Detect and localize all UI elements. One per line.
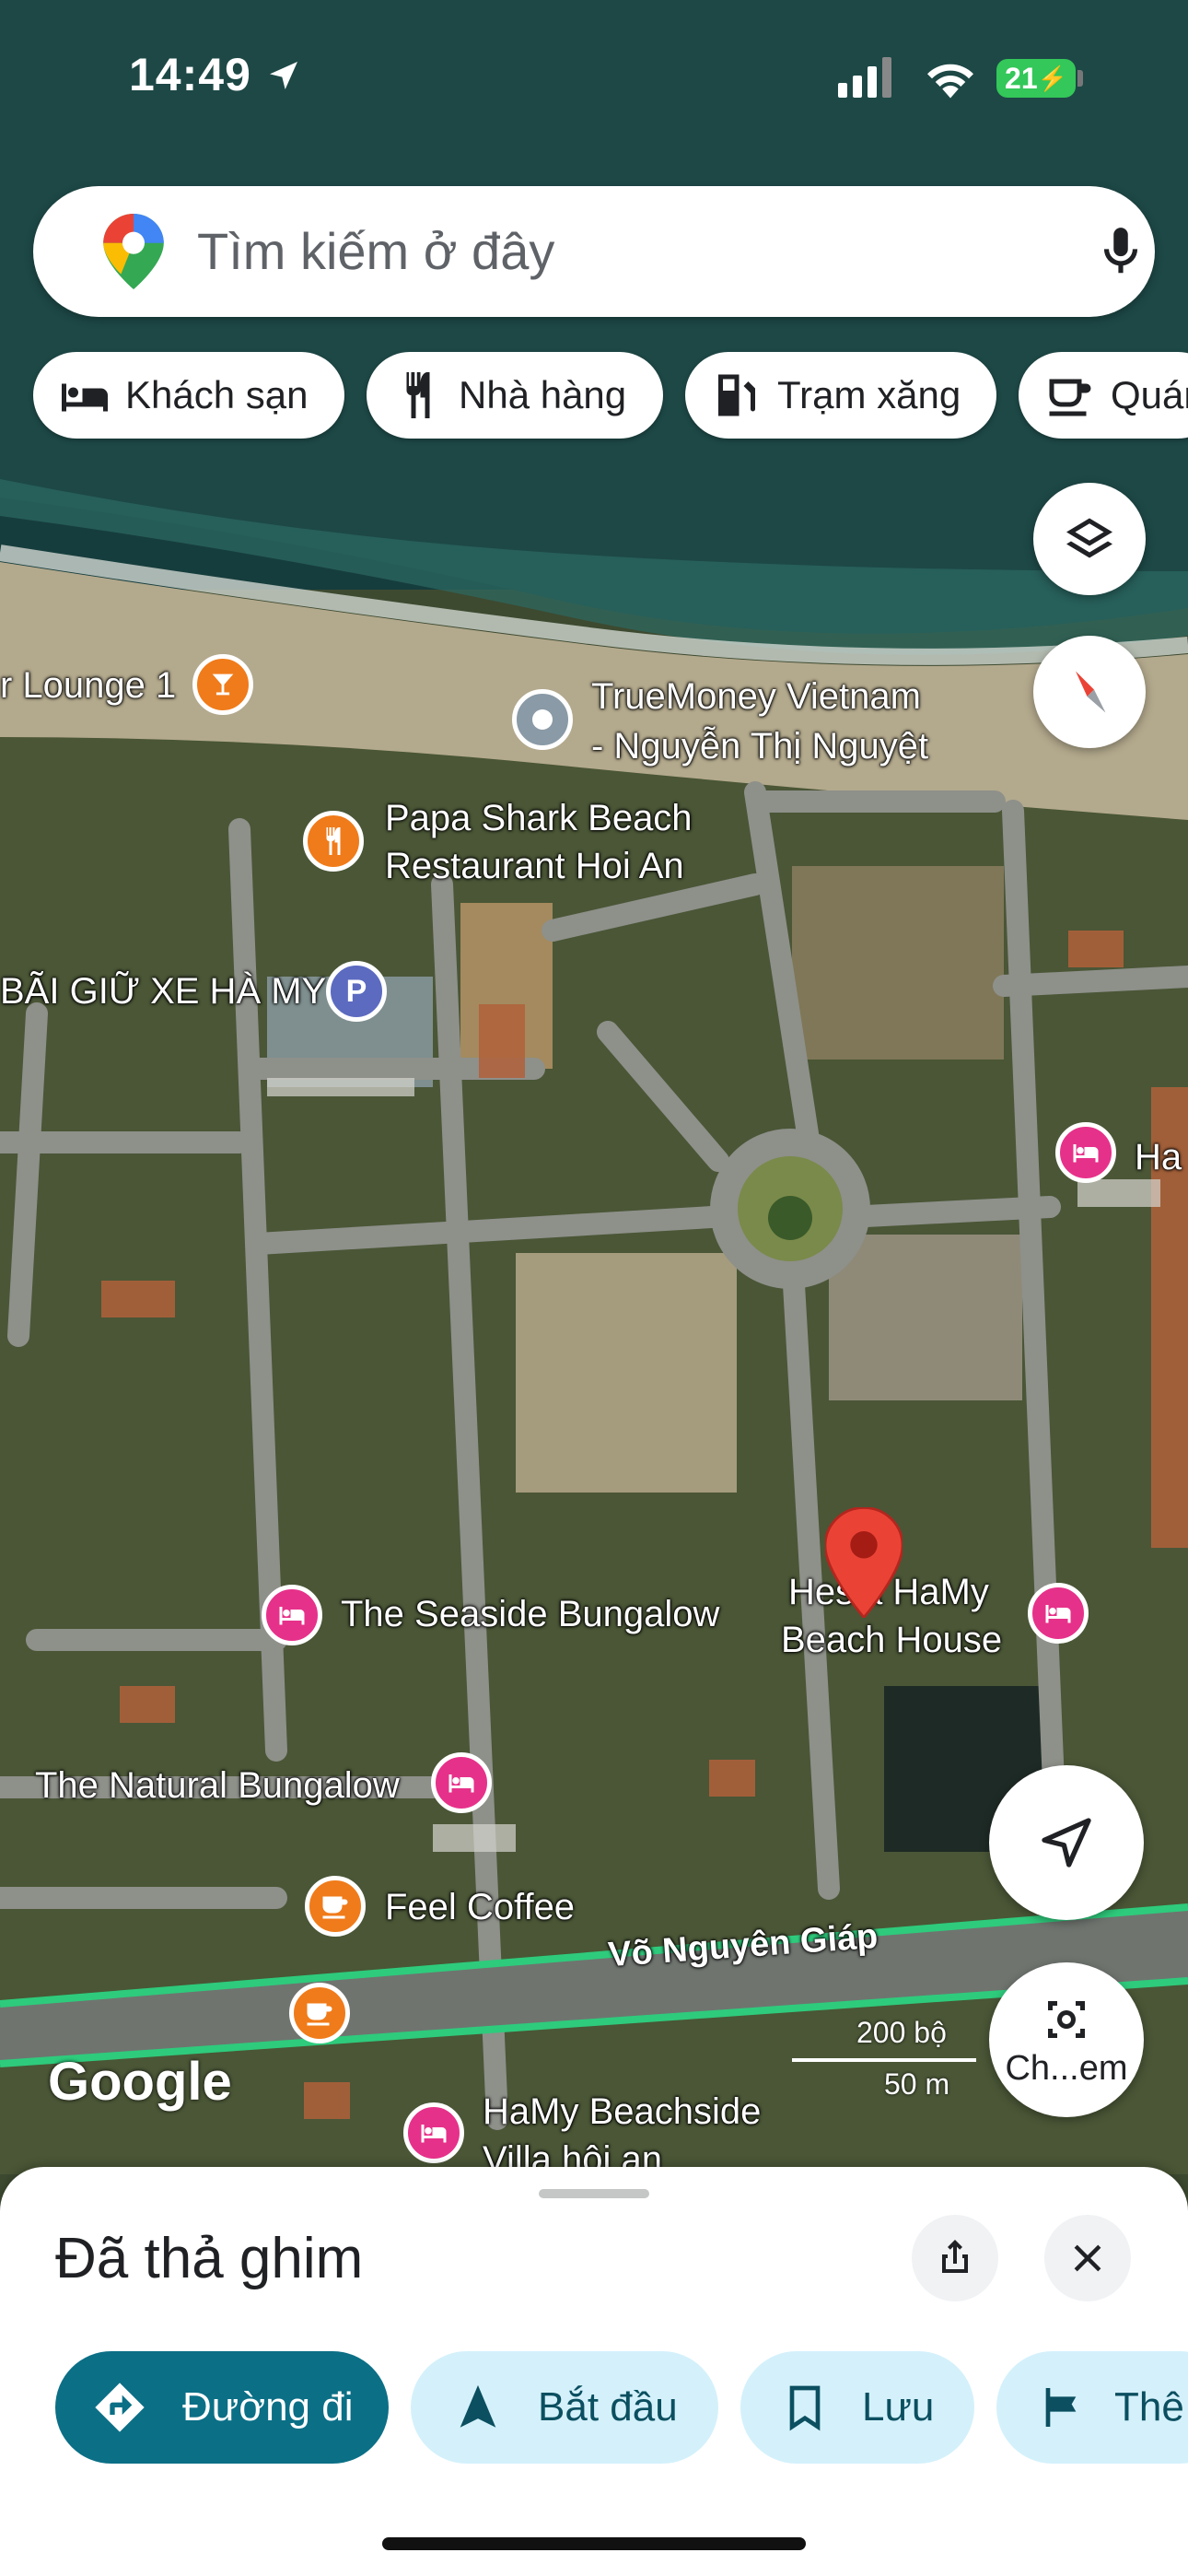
start-label: Bắt đầu xyxy=(538,2384,678,2430)
cellular-signal-icon xyxy=(838,57,891,98)
directions-button[interactable]: Đường đi xyxy=(55,2351,389,2464)
add-label-label: Thê xyxy=(1114,2384,1184,2430)
scale-ft: 200 bộ xyxy=(856,2016,947,2049)
map-label-lounge[interactable]: r Lounge 1 xyxy=(0,662,176,709)
flag-icon xyxy=(1045,2388,1077,2427)
status-time: 14:49 xyxy=(129,48,302,101)
gas-station-icon xyxy=(718,374,755,416)
map-scale: 200 bộ 50 m xyxy=(792,2016,976,2117)
microphone-icon[interactable] xyxy=(1092,223,1149,280)
cafe-pin-icon[interactable] xyxy=(305,1876,366,1937)
map-label-hesla-line2[interactable]: Beach House xyxy=(781,1616,1002,1664)
map-label-parking[interactable]: BÃI GIỮ XE HÀ MY xyxy=(0,967,326,1015)
share-button[interactable] xyxy=(912,2215,998,2301)
navigation-arrow-icon xyxy=(1042,1818,1091,1868)
compass-icon xyxy=(1076,671,1106,713)
hotel-pin-icon[interactable] xyxy=(403,2102,464,2163)
hotel-pin-icon[interactable] xyxy=(1028,1583,1089,1644)
parking-pin-icon[interactable]: P xyxy=(326,961,387,1022)
save-button[interactable]: Lưu xyxy=(740,2351,974,2464)
start-button[interactable]: Bắt đầu xyxy=(411,2351,718,2464)
battery-level: 21 xyxy=(1005,61,1038,95)
map-label-truemoney-line2[interactable]: - Nguyễn Thị Nguyệt xyxy=(591,722,928,770)
bottom-sheet[interactable]: Đã thả ghim Đường đi Bắt đầu Lưu Thê xyxy=(0,2167,1188,2576)
my-location-button[interactable] xyxy=(989,1765,1144,1920)
google-logo: Google xyxy=(48,2052,232,2112)
cafe-icon xyxy=(1049,379,1091,416)
restaurant-icon xyxy=(406,372,430,418)
hotel-pin-icon[interactable] xyxy=(431,1752,492,1813)
map-label-truemoney[interactable]: TrueMoney Vietnam xyxy=(591,673,921,720)
battery-icon: 21 ⚡ xyxy=(996,59,1076,98)
cafe-pin-icon[interactable] xyxy=(289,1983,350,2043)
home-indicator[interactable] xyxy=(382,2537,806,2550)
location-arrow-icon xyxy=(269,62,297,89)
dropped-pin-icon[interactable] xyxy=(825,1507,903,1618)
search-bar[interactable]: Tìm kiếm ở đây xyxy=(33,186,1155,317)
close-icon xyxy=(1074,2244,1101,2272)
map-label-feel-coffee[interactable]: Feel Coffee xyxy=(385,1883,575,1931)
chip-gas-stations[interactable]: Trạm xăng xyxy=(685,352,996,439)
chip-label: Quán xyxy=(1111,373,1188,416)
bookmark-icon xyxy=(789,2385,821,2431)
layers-button[interactable] xyxy=(1033,483,1146,595)
hotel-pin-icon[interactable] xyxy=(262,1585,322,1645)
map-label-papa-shark-line2[interactable]: Restaurant Hoi An xyxy=(385,842,684,890)
bed-icon xyxy=(62,383,108,412)
place-pin-icon[interactable] xyxy=(512,689,573,750)
compass-button[interactable] xyxy=(1033,636,1146,748)
save-label: Lưu xyxy=(862,2384,935,2430)
share-icon xyxy=(942,2240,968,2273)
layers-icon xyxy=(1066,518,1112,558)
google-maps-pin-icon xyxy=(103,214,164,289)
directions-icon xyxy=(95,2383,145,2432)
scale-m: 50 m xyxy=(884,2067,950,2101)
map-label-hamy-beachside[interactable]: HaMy Beachside xyxy=(483,2088,761,2136)
close-button[interactable] xyxy=(1044,2215,1131,2301)
chip-label: Trạm xăng xyxy=(777,373,961,416)
restaurant-pin-icon[interactable] xyxy=(303,811,364,872)
map-label-papa-shark[interactable]: Papa Shark Beach xyxy=(385,794,693,842)
status-bar: 14:49 21 ⚡ xyxy=(0,0,1188,157)
directions-label: Đường đi xyxy=(182,2384,354,2430)
sheet-title: Đã thả ghim xyxy=(55,2227,364,2290)
chip-label: Nhà hàng xyxy=(459,373,627,416)
bar-pin-icon[interactable] xyxy=(192,654,253,715)
wifi-icon xyxy=(927,64,973,99)
chip-hotels[interactable]: Khách sạn xyxy=(33,352,344,439)
chip-label: Khách sạn xyxy=(125,373,309,416)
map-label-ha[interactable]: Ha xyxy=(1135,1133,1182,1181)
map-label-seaside[interactable]: The Seaside Bungalow xyxy=(341,1590,719,1638)
navigation-icon xyxy=(460,2384,496,2428)
map-label-natural[interactable]: The Natural Bungalow xyxy=(35,1762,400,1809)
lens-button[interactable]: Ch...em xyxy=(989,1962,1144,2117)
sheet-handle[interactable] xyxy=(539,2189,649,2198)
chip-cafes[interactable]: Quán xyxy=(1019,352,1188,439)
add-label-button[interactable]: Thê xyxy=(996,2351,1188,2464)
lens-label: Ch...em xyxy=(1005,2048,1128,2088)
chip-restaurants[interactable]: Nhà hàng xyxy=(367,352,663,439)
camera-search-icon xyxy=(1048,2000,1085,2038)
search-input[interactable]: Tìm kiếm ở đây xyxy=(197,221,554,281)
hotel-pin-icon[interactable] xyxy=(1055,1122,1116,1183)
